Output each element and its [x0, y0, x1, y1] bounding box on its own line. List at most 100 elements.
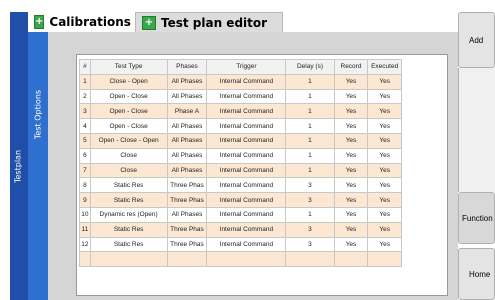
- cell-record: Yes: [333, 132, 369, 149]
- cell-phases: All Phases: [166, 206, 208, 223]
- tab-test-plan-editor-label: Test plan editor: [161, 15, 268, 30]
- cell-trigger: Internal Command: [206, 221, 287, 238]
- table-row-empty[interactable]: [79, 251, 402, 268]
- home-button[interactable]: Home: [458, 248, 495, 300]
- cell-delay: [285, 251, 335, 268]
- cell-test-type: Close: [89, 162, 168, 179]
- table-row[interactable]: 4 Open - Close All Phases Internal Command 1…: [79, 118, 402, 134]
- cell-phases: All Phases: [166, 73, 208, 90]
- cell-executed: Yes: [367, 177, 402, 194]
- right-button-column: [458, 68, 495, 192]
- cell-trigger: Internal Command: [206, 88, 287, 105]
- cell-trigger: Internal Command: [206, 236, 287, 253]
- tab-bar: + Calibrations + Test plan editor: [28, 12, 458, 32]
- sidebar-test-options-label: Test Options: [33, 89, 43, 140]
- cell-delay: 1: [285, 118, 335, 134]
- table-row[interactable]: 5 Open - Close - Open All Phases Internal C…: [79, 132, 402, 149]
- editor-panel: # Test Type Phases Trigger Delay (s) Rec…: [48, 32, 458, 300]
- table-row[interactable]: 12 Static Res Three Phas Internal Command 3 Y…: [79, 236, 402, 253]
- add-button[interactable]: Add: [458, 12, 495, 68]
- cell-phases: All Phases: [166, 147, 208, 164]
- cell-number: 12: [79, 236, 91, 253]
- cell-delay: 1: [285, 103, 335, 120]
- cell-phases: All Phases: [166, 162, 208, 179]
- cell-delay: 3: [285, 177, 335, 194]
- cell-executed: [367, 251, 402, 268]
- cell-number: 3: [79, 103, 91, 120]
- cell-trigger: Internal Command: [206, 192, 287, 208]
- cell-record: Yes: [333, 103, 369, 120]
- cell-phases: All Phases: [166, 132, 208, 149]
- table-row[interactable]: 6 Close All Phases Internal Command 1 Yes Yes: [79, 147, 402, 164]
- col-header-executed: Executed: [367, 59, 402, 75]
- cell-phases: Three Phas: [166, 221, 208, 238]
- cell-executed: Yes: [367, 236, 402, 253]
- cell-record: Yes: [333, 147, 369, 164]
- cell-phases: [166, 251, 208, 268]
- cell-executed: Yes: [367, 73, 402, 90]
- cell-delay: 1: [285, 162, 335, 179]
- cell-number: 8: [79, 177, 91, 194]
- cell-executed: Yes: [367, 118, 402, 134]
- cell-phases: Three Phas: [166, 177, 208, 194]
- table-row[interactable]: 3 Open - Close Phase A Internal Command 1 Yes…: [79, 103, 402, 120]
- left-margin: [0, 0, 10, 300]
- cell-trigger: Internal Command: [206, 206, 287, 223]
- col-header-number: #: [79, 59, 91, 75]
- cell-phases: All Phases: [166, 118, 208, 134]
- cell-record: Yes: [333, 118, 369, 134]
- cell-trigger: Internal Command: [206, 132, 287, 149]
- cell-phases: All Phases: [166, 88, 208, 105]
- cell-test-type: Close: [89, 147, 168, 164]
- cell-number: 5: [79, 132, 91, 149]
- cell-phases: Phase A: [166, 103, 208, 120]
- cell-record: Yes: [333, 192, 369, 208]
- cell-executed: Yes: [367, 88, 402, 105]
- sidebar-test-options-tab[interactable]: Test Options: [28, 30, 48, 300]
- cell-test-type: Static Res: [89, 221, 168, 238]
- cell-number: 9: [79, 192, 91, 208]
- cell-number: 7: [79, 162, 91, 179]
- table-row[interactable]: 7 Close All Phases Internal Command 1 Yes Yes: [79, 162, 402, 179]
- test-plan-table-container[interactable]: # Test Type Phases Trigger Delay (s) Rec…: [76, 54, 448, 296]
- sidebar-testplan-label: Testplan: [13, 149, 23, 184]
- function-button[interactable]: Function: [458, 192, 495, 244]
- cell-record: Yes: [333, 236, 369, 253]
- cell-trigger: Internal Command: [206, 73, 287, 90]
- cell-number: 2: [79, 88, 91, 105]
- cell-record: [333, 251, 369, 268]
- sidebar-testplan-tab[interactable]: Testplan: [10, 12, 28, 300]
- cell-trigger: Internal Command: [206, 162, 287, 179]
- cell-delay: 1: [285, 206, 335, 223]
- cell-delay: 1: [285, 132, 335, 149]
- cell-trigger: Internal Command: [206, 118, 287, 134]
- cell-trigger: Internal Command: [206, 147, 287, 164]
- col-header-record: Record: [333, 59, 369, 75]
- cell-phases: Three Phas: [166, 192, 208, 208]
- cell-delay: 3: [285, 236, 335, 253]
- col-header-trigger: Trigger: [206, 59, 287, 75]
- cell-executed: Yes: [367, 132, 402, 149]
- table-row[interactable]: 10 Dynamic res (Open) All Phases Internal C…: [79, 206, 402, 223]
- cell-record: Yes: [333, 206, 369, 223]
- table-row[interactable]: 11 Static Res Three Phas Internal Command 3 Y…: [79, 221, 402, 238]
- table-row[interactable]: 9 Static Res Three Phas Internal Command 3 Ye…: [79, 192, 402, 208]
- cell-number: [79, 251, 91, 268]
- table-row[interactable]: 1 Close - Open All Phases Internal Command 1…: [79, 73, 402, 90]
- cell-executed: Yes: [367, 147, 402, 164]
- cell-delay: 1: [285, 73, 335, 90]
- table-row[interactable]: 2 Open - Close All Phases Internal Command 1…: [79, 88, 402, 105]
- tab-calibrations[interactable]: + Calibrations: [28, 12, 131, 32]
- cell-record: Yes: [333, 162, 369, 179]
- cell-trigger: Internal Command: [206, 103, 287, 120]
- table-row[interactable]: 8 Static Res Three Phas Internal Command 3 Ye…: [79, 177, 402, 194]
- plus-icon: +: [142, 15, 156, 30]
- tab-test-plan-editor[interactable]: + Test plan editor: [135, 12, 283, 32]
- table-body: 1 Close - Open All Phases Internal Command 1…: [79, 73, 402, 268]
- cell-number: 11: [79, 221, 91, 238]
- cell-test-type: Open - Close: [89, 103, 168, 120]
- cell-trigger: [206, 251, 287, 268]
- col-header-test-type: Test Type: [89, 59, 168, 75]
- col-header-delay: Delay (s): [285, 59, 335, 75]
- cell-number: 10: [79, 206, 91, 223]
